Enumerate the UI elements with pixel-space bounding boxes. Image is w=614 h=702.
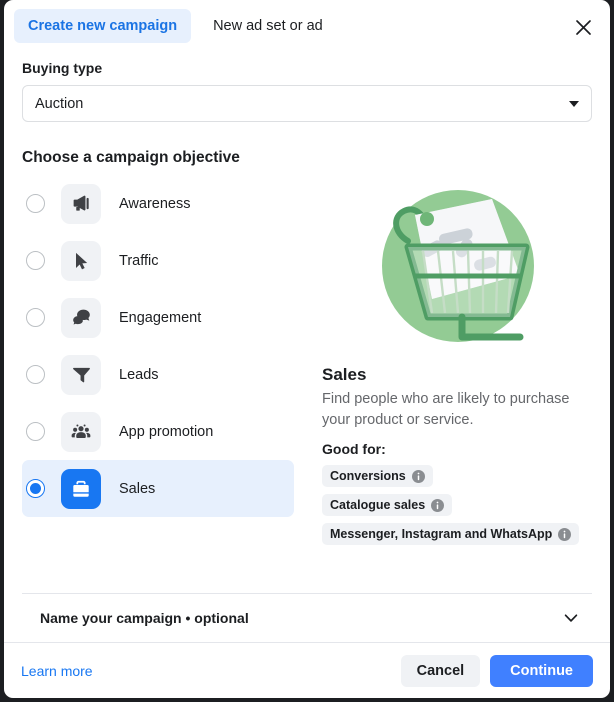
objective-label-awareness: Awareness [119, 195, 191, 212]
badge-catalogue-sales[interactable]: Catalogue sales [322, 494, 453, 516]
radio-app-promotion[interactable] [26, 422, 45, 441]
objective-list: Awareness Traffic Engagement Leads App p… [22, 175, 294, 552]
chevron-down-icon[interactable] [562, 609, 580, 627]
modal-body: Buying type Auction Choose a campaign ob… [4, 52, 610, 642]
footer-buttons: Cancel Continue [400, 654, 593, 687]
tab-create-new-campaign-label: Create new campaign [28, 18, 178, 34]
objective-label-app-promotion: App promotion [119, 423, 214, 440]
buying-type-value: Auction [35, 95, 84, 112]
preview-description: Find people who are likely to purchase y… [322, 391, 570, 428]
modal-header: Create new campaign New ad set or ad [4, 0, 610, 52]
chevron-down-icon [569, 100, 579, 107]
cancel-button[interactable]: Cancel [400, 654, 481, 687]
radio-traffic[interactable] [26, 251, 45, 270]
objective-row-traffic[interactable]: Traffic [22, 232, 294, 289]
continue-button[interactable]: Continue [490, 654, 593, 687]
radio-engagement[interactable] [26, 308, 45, 327]
objective-label-leads: Leads [119, 366, 159, 383]
objective-row-sales[interactable]: Sales [22, 460, 294, 517]
name-your-campaign-section[interactable]: Name your campaign • optional [22, 593, 592, 642]
people-group-icon [71, 423, 91, 438]
info-icon[interactable] [431, 498, 445, 512]
preview-title: Sales [322, 365, 367, 384]
good-for-badges: Conversions Catalogue sales Messenger, I… [322, 465, 592, 552]
people-group-icon-tile [61, 411, 101, 452]
objective-label-engagement: Engagement [119, 309, 202, 326]
campaign-objective-heading: Choose a campaign objective [22, 149, 240, 166]
megaphone-icon-tile [61, 183, 101, 224]
radio-leads[interactable] [26, 365, 45, 384]
badge-catalogue-sales-label: Catalogue sales [330, 498, 426, 512]
buying-type-select[interactable]: Auction [22, 85, 592, 122]
objective-columns: Awareness Traffic Engagement Leads App p… [22, 175, 592, 552]
info-icon[interactable] [558, 527, 572, 541]
create-campaign-modal: Create new campaign New ad set or ad Buy… [4, 0, 610, 698]
objective-row-awareness[interactable]: Awareness [22, 175, 294, 232]
radio-sales[interactable] [26, 479, 45, 498]
objective-label-sales: Sales [119, 480, 156, 497]
chat-bubbles-icon [72, 309, 90, 325]
objective-row-app-promotion[interactable]: App promotion [22, 403, 294, 460]
objective-row-engagement[interactable]: Engagement [22, 289, 294, 346]
chat-bubbles-icon-tile [61, 297, 101, 338]
tab-create-new-campaign[interactable]: Create new campaign [14, 9, 192, 43]
briefcase-icon-tile [61, 468, 101, 509]
megaphone-icon [73, 195, 89, 211]
cursor-arrow-icon [76, 252, 88, 269]
badge-messenger-instagram-whatsapp[interactable]: Messenger, Instagram and WhatsApp [322, 523, 580, 545]
funnel-icon [72, 367, 90, 383]
close-icon [575, 19, 591, 35]
tab-new-ad-set-or-ad-label: New ad set or ad [213, 18, 323, 34]
objective-row-leads[interactable]: Leads [22, 346, 294, 403]
tab-new-ad-set-or-ad[interactable]: New ad set or ad [199, 9, 337, 43]
objective-label-traffic: Traffic [119, 252, 159, 269]
learn-more-link[interactable]: Learn more [21, 663, 93, 679]
modal-footer: Learn more Cancel Continue [4, 642, 610, 698]
cursor-arrow-icon-tile [61, 240, 101, 281]
funnel-icon-tile [61, 354, 101, 395]
briefcase-icon [73, 480, 89, 497]
radio-awareness[interactable] [26, 194, 45, 213]
shopping-basket-with-price-tag-illustration [370, 179, 544, 353]
badge-messenger-instagram-whatsapp-label: Messenger, Instagram and WhatsApp [330, 527, 553, 541]
buying-type-label: Buying type [22, 60, 103, 76]
badge-conversions-label: Conversions [330, 469, 406, 483]
close-button[interactable] [570, 14, 596, 40]
name-your-campaign-label: Name your campaign • optional [40, 610, 249, 626]
badge-conversions[interactable]: Conversions [322, 465, 433, 487]
objective-preview-panel: Sales Find people who are likely to purc… [294, 175, 592, 552]
good-for-label: Good for: [322, 441, 386, 457]
info-icon[interactable] [411, 469, 425, 483]
